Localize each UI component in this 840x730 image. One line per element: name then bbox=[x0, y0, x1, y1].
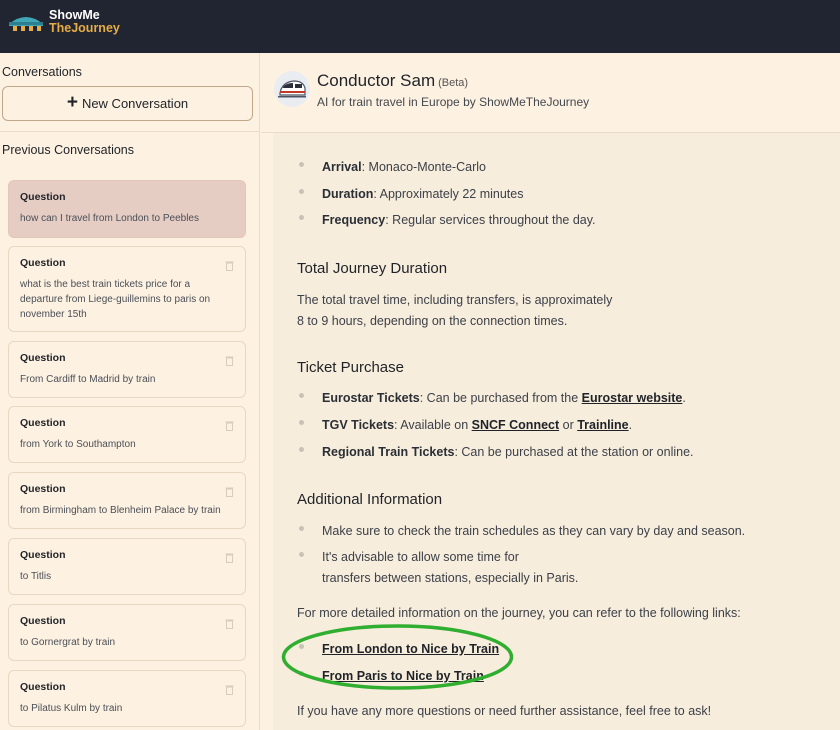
conversation-item-text: to Gornergrat by train bbox=[20, 637, 116, 648]
closing-text: If you have any more questions or need f… bbox=[297, 704, 712, 718]
links-intro: For more detailed information on the jou… bbox=[297, 606, 741, 620]
list-item: Arrival: Monaco-Monte-Carlo bbox=[297, 157, 486, 178]
frequency-value: : Regular services throughout the day. bbox=[385, 213, 596, 227]
list-item: Eurostar Tickets: Can be purchased from … bbox=[297, 388, 686, 409]
section-heading: Total Journey Duration bbox=[297, 260, 448, 277]
trash-icon[interactable] bbox=[225, 420, 234, 431]
trash-icon[interactable] bbox=[225, 486, 234, 497]
chat-header: Conductor Sam (Beta) AI for train travel … bbox=[261, 53, 840, 133]
regional-text: : Can be purchased at the station or onl… bbox=[454, 445, 694, 459]
conversation-item[interactable]: Question from Birmingham to Blenheim Pal… bbox=[8, 472, 246, 529]
conversation-item-title: Question bbox=[20, 352, 66, 364]
top-bar: ShowMe TheJourney bbox=[0, 0, 840, 53]
eurostar-text: : Can be purchased from the bbox=[419, 391, 582, 405]
regional-label: Regional Train Tickets bbox=[322, 445, 455, 459]
list-item: From London to Nice by Train bbox=[297, 639, 499, 660]
bot-name-text: Conductor Sam bbox=[317, 71, 436, 90]
trash-icon[interactable] bbox=[225, 618, 234, 629]
conversation-item[interactable]: Question From Cardiff to Madrid by train bbox=[8, 341, 246, 398]
list-item: Duration: Approximately 22 minutes bbox=[297, 184, 523, 205]
paris-nice-link[interactable]: From Paris to Nice by Train bbox=[322, 669, 484, 683]
paragraph-line: 8 to 9 hours, depending on the connectio… bbox=[297, 314, 568, 328]
list-item: From Paris to Nice by Train bbox=[297, 666, 484, 687]
conversation-item-title: Question bbox=[20, 615, 66, 627]
beta-badge: (Beta) bbox=[438, 77, 469, 89]
new-conversation-label: New Conversation bbox=[81, 96, 189, 111]
paragraph: The total travel time, including transfe… bbox=[297, 290, 612, 332]
sidebar-divider bbox=[0, 131, 259, 132]
list-item: Make sure to check the train schedules a… bbox=[297, 521, 745, 542]
conversation-item-text: what is the best train tickets price for… bbox=[20, 279, 211, 320]
trainline-link[interactable]: Trainline bbox=[577, 418, 628, 432]
london-nice-link[interactable]: From London to Nice by Train bbox=[322, 642, 499, 656]
sncf-connect-link[interactable]: SNCF Connect bbox=[472, 418, 560, 432]
paragraph-line: The total travel time, including transfe… bbox=[297, 293, 613, 307]
trash-icon[interactable] bbox=[225, 355, 234, 366]
new-conversation-button[interactable]: + New Conversation bbox=[2, 86, 253, 121]
train-logo-icon bbox=[9, 17, 43, 31]
bot-avatar bbox=[274, 71, 310, 107]
eurostar-website-link[interactable]: Eurostar website bbox=[582, 391, 683, 405]
conversation-item-text: to Titlis bbox=[20, 571, 52, 582]
conversation-item-title: Question bbox=[20, 483, 66, 495]
previous-conversations-heading: Previous Conversations bbox=[2, 143, 135, 157]
list-item-text: Make sure to check the train schedules a… bbox=[322, 524, 746, 538]
list-item: It's advisable to allow some time for tra… bbox=[297, 547, 578, 589]
conversation-item[interactable]: Question what is the best train tickets … bbox=[8, 246, 246, 332]
conversation-item-title: Question bbox=[20, 191, 66, 203]
frequency-label: Frequency bbox=[322, 213, 386, 227]
conversation-item-text: from Birmingham to Blenheim Palace by tr… bbox=[20, 505, 221, 516]
conversation-item-title: Question bbox=[20, 681, 66, 693]
duration-label: Duration bbox=[322, 187, 374, 201]
tgv-text: : Available on bbox=[394, 418, 472, 432]
app-logo[interactable]: ShowMe TheJourney bbox=[8, 9, 120, 35]
plus-icon: + bbox=[66, 92, 78, 113]
conversation-item-text: from York to Southampton bbox=[20, 439, 136, 450]
or-text: or bbox=[559, 418, 578, 432]
list-item: TGV Tickets: Available on SNCF Connect o… bbox=[297, 415, 632, 436]
conversation-item-text: to Pilatus Kulm by train bbox=[20, 703, 123, 714]
conversation-item[interactable]: Question to Pilatus Kulm by train bbox=[8, 670, 246, 727]
arrival-label: Arrival bbox=[322, 160, 362, 174]
train-avatar-icon bbox=[274, 71, 310, 107]
conversation-item-text: how can I travel from London to Peebles bbox=[20, 213, 199, 224]
section-heading: Additional Information bbox=[297, 491, 443, 508]
conversation-item[interactable]: Question to Titlis bbox=[8, 538, 246, 595]
bot-subtitle: AI for train travel in Europe by ShowMeT… bbox=[317, 95, 590, 109]
list-item: Frequency: Regular services throughout t… bbox=[297, 210, 596, 231]
sidebar: Conversations + New Conversation Previou… bbox=[0, 53, 260, 730]
conversation-item-title: Question bbox=[20, 417, 66, 429]
chat-panel: Conductor Sam (Beta) AI for train travel … bbox=[261, 53, 840, 730]
list-item: Regional Train Tickets: Can be purchased… bbox=[297, 442, 694, 463]
arrival-value: : Monaco-Monte-Carlo bbox=[361, 160, 486, 174]
conversation-item-title: Question bbox=[20, 257, 66, 269]
list-item-text: It's advisable to allow some time for bbox=[322, 550, 519, 564]
conversation-item-active[interactable]: Question how can I travel from London to… bbox=[8, 180, 246, 238]
eurostar-label: Eurostar Tickets bbox=[322, 391, 420, 405]
duration-value: : Approximately 22 minutes bbox=[373, 187, 524, 201]
trash-icon[interactable] bbox=[225, 260, 234, 271]
tgv-label: TGV Tickets bbox=[322, 418, 395, 432]
conversations-heading: Conversations bbox=[2, 65, 82, 79]
punctuation: . bbox=[628, 418, 633, 432]
conversation-item[interactable]: Question from York to Southampton bbox=[8, 406, 246, 463]
section-heading: Ticket Purchase bbox=[297, 359, 404, 376]
conversation-item[interactable]: Question to Gornergrat by train bbox=[8, 604, 246, 661]
assistant-message: Arrival: Monaco-Monte-Carlo Duration: Ap… bbox=[273, 133, 840, 730]
conversation-item-text: From Cardiff to Madrid by train bbox=[20, 374, 156, 385]
conversation-item-title: Question bbox=[20, 549, 66, 561]
bot-name: Conductor Sam (Beta) bbox=[317, 71, 468, 91]
trash-icon[interactable] bbox=[225, 552, 234, 563]
list-item-text: transfers between stations, especially i… bbox=[322, 571, 579, 585]
punctuation: . bbox=[682, 391, 686, 405]
logo-text-thejourney: TheJourney bbox=[49, 21, 120, 35]
trash-icon[interactable] bbox=[225, 684, 234, 695]
